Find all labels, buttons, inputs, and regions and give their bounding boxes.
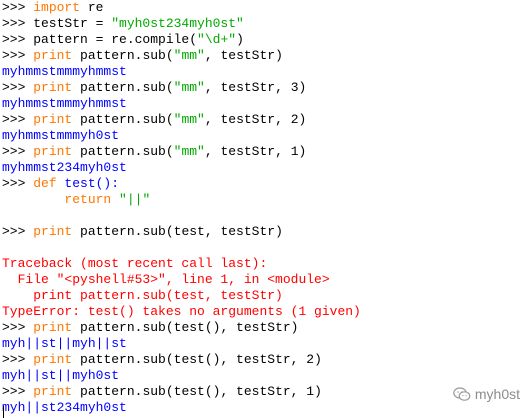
shell-text: pattern.sub(test(), testStr) (72, 320, 299, 335)
shell-text: , testStr, 3) (204, 80, 307, 95)
shell-text: myhmmstmmmyh0st (2, 128, 120, 143)
shell-text: test(): (56, 176, 120, 191)
shell-line: >>> print pattern.sub(test(), testStr, 2… (2, 352, 530, 368)
shell-text: print (33, 352, 73, 367)
shell-text: Traceback (most recent call last): (2, 256, 268, 271)
shell-line: >>> testStr = "myh0st234myh0st" (2, 16, 530, 32)
shell-line: myhmmstmmmyhmmst (2, 96, 530, 112)
shell-text: >>> pattern = re.compile( (2, 32, 198, 47)
shell-text: myhmmst234myh0st (2, 160, 127, 175)
shell-text: pattern.sub( (72, 112, 174, 127)
shell-text: pattern.sub(test(), testStr, 1) (72, 384, 322, 399)
shell-text: myhmmstmmmyhmmst (2, 96, 127, 111)
shell-text: re (80, 0, 104, 15)
shell-text: File "<pyshell#53>", line 1, in <module> (2, 272, 330, 287)
shell-text (2, 192, 64, 207)
shell-text: TypeError: test() takes no arguments (1 … (2, 304, 361, 319)
shell-text: >>> (2, 144, 34, 159)
shell-line: >>> print pattern.sub(test, testStr) (2, 224, 530, 240)
shell-text: ) (236, 32, 244, 47)
shell-line: myh||st||myh0st (2, 368, 530, 384)
shell-text: >>> (2, 48, 34, 63)
text-cursor (3, 406, 4, 418)
shell-text: myh||st||myh||st (2, 336, 127, 351)
shell-text: >>> (2, 80, 34, 95)
shell-text: >>> (2, 176, 34, 191)
shell-line: Traceback (most recent call last): (2, 256, 530, 272)
shell-line: myh||st||myh||st (2, 336, 530, 352)
shell-text: myh||st234myh0st (2, 400, 127, 415)
shell-line: return "||" (2, 192, 530, 208)
shell-line: >>> import re (2, 0, 530, 16)
shell-text: , testStr) (204, 48, 283, 63)
shell-line: >>> print pattern.sub("mm", testStr, 1) (2, 144, 530, 160)
shell-text: >>> (2, 224, 34, 239)
shell-text: "||" (119, 192, 151, 207)
shell-line: myh||st234myh0st (2, 400, 530, 416)
shell-text: >>> (2, 384, 34, 399)
shell-text: pattern.sub( (72, 144, 174, 159)
shell-text: >>> (2, 320, 34, 335)
shell-text: myhmmstmmmyhmmst (2, 64, 127, 79)
shell-line: >>> print pattern.sub(test(), testStr) (2, 320, 530, 336)
shell-text: print (33, 384, 73, 399)
shell-text: "mm" (173, 48, 205, 63)
shell-text: def (33, 176, 57, 191)
shell-line: myhmmstmmmyh0st (2, 128, 530, 144)
shell-text: pattern.sub(test(), testStr, 2) (72, 352, 322, 367)
shell-text: "myh0st234myh0st" (111, 16, 244, 31)
shell-text: print (33, 144, 73, 159)
shell-text: >>> (2, 352, 34, 367)
watermark: myh0st (453, 386, 520, 402)
shell-line: myhmmst234myh0st (2, 160, 530, 176)
shell-text: print (33, 112, 73, 127)
shell-line: myhmmstmmmyhmmst (2, 64, 530, 80)
shell-line: >>> print pattern.sub("mm", testStr, 2) (2, 112, 530, 128)
shell-line: TypeError: test() takes no arguments (1 … (2, 304, 530, 320)
shell-line: >>> print pattern.sub("mm", testStr) (2, 48, 530, 64)
shell-text: , testStr, 1) (204, 144, 307, 159)
shell-text: print pattern.sub(test, testStr) (2, 288, 283, 303)
shell-text: myh||st||myh0st (2, 368, 120, 383)
shell-text: pattern.sub( (72, 80, 174, 95)
shell-text: >>> (2, 112, 34, 127)
shell-text: "mm" (173, 80, 205, 95)
shell-text: "\d+" (197, 32, 237, 47)
shell-line: >>> print pattern.sub(test(), testStr, 1… (2, 384, 530, 400)
shell-text: pattern.sub( (72, 48, 174, 63)
shell-text: print (33, 48, 73, 63)
shell-text: , testStr, 2) (204, 112, 307, 127)
shell-text: >>> testStr = (2, 16, 112, 31)
shell-text: pattern.sub(test, testStr) (72, 224, 283, 239)
shell-text: print (33, 80, 73, 95)
wechat-icon (453, 386, 471, 402)
shell-text: print (33, 224, 73, 239)
shell-text: "mm" (173, 112, 205, 127)
shell-line: File "<pyshell#53>", line 1, in <module> (2, 272, 530, 288)
shell-text: return (64, 192, 112, 207)
shell-text: print (33, 320, 73, 335)
shell-text: import (33, 0, 81, 15)
shell-text: "mm" (173, 144, 205, 159)
shell-line: >>> print pattern.sub("mm", testStr, 3) (2, 80, 530, 96)
shell-line: >>> def test(): (2, 176, 530, 192)
python-shell-output[interactable]: >>> import re >>> testStr = "myh0st234myh… (2, 0, 530, 418)
shell-text (111, 192, 119, 207)
shell-line: >>> pattern = re.compile("\d+") (2, 32, 530, 48)
shell-line: print pattern.sub(test, testStr) (2, 288, 530, 304)
watermark-label: myh0st (474, 386, 520, 402)
shell-text: >>> (2, 0, 34, 15)
